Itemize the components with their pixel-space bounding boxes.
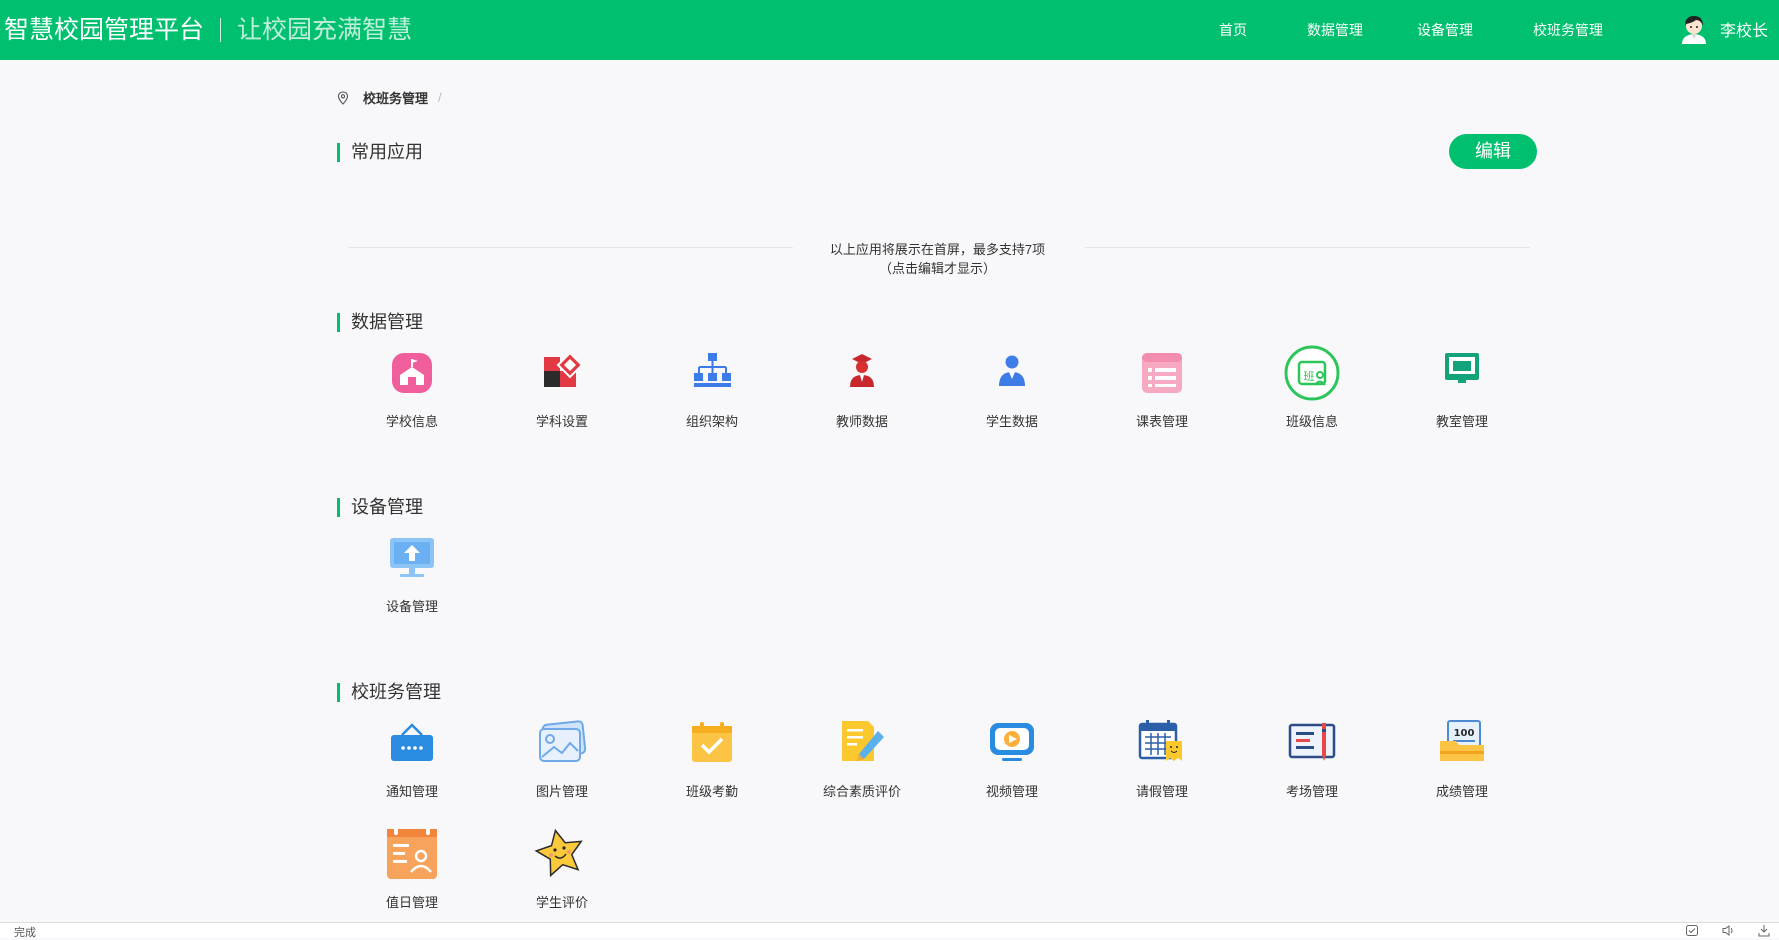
app-label: 通知管理 (385, 784, 438, 799)
app-student-evaluation[interactable]: 学生评价 (487, 826, 637, 911)
nav-device-management[interactable]: 设备管理 (1417, 20, 1473, 40)
app-label: 学科设置 (535, 414, 588, 429)
teacher-icon (850, 354, 874, 387)
nav-school-affairs[interactable]: 校班务管理 (1533, 20, 1603, 40)
app-picture-management[interactable]: 图片管理 (487, 715, 637, 800)
app-label: 班级考勤 (685, 784, 738, 799)
timetable-icon (1142, 353, 1182, 393)
hint-line-2: （点击编辑才显示） (878, 261, 996, 276)
app-label: 课表管理 (1135, 414, 1188, 429)
picture-icon (539, 720, 587, 762)
duty-roster-icon (387, 827, 437, 879)
edit-button[interactable]: 编辑 (1449, 134, 1537, 169)
app-class-attendance[interactable]: 班级考勤 (637, 715, 787, 800)
avatar (1682, 16, 1706, 44)
app-notice-management[interactable]: 通知管理 (337, 715, 487, 800)
org-tree-icon (694, 353, 731, 387)
location-pin-icon (337, 90, 349, 105)
subject-icon (544, 351, 584, 387)
nav-data-management[interactable]: 数据管理 (1307, 20, 1363, 40)
app-class-info[interactable]: 班 班级信息 (1237, 345, 1387, 430)
calendar-check-icon (692, 722, 732, 762)
app-teacher-data[interactable]: 教师数据 (787, 345, 937, 430)
section-title-data-management: 数据管理 (337, 313, 423, 332)
app-label: 班级信息 (1285, 414, 1338, 429)
app-label: 教室管理 (1435, 414, 1488, 429)
volume-icon[interactable] (1721, 924, 1735, 937)
app-duty-management[interactable]: 值日管理 (337, 826, 487, 911)
app-label: 值日管理 (385, 895, 438, 910)
user-menu[interactable]: 李校长 (1680, 14, 1768, 44)
school-icon (392, 353, 432, 393)
app-leave-management[interactable]: 请假管理 (1087, 715, 1237, 800)
app-label: 组织架构 (685, 414, 738, 429)
app-subject-settings[interactable]: 学科设置 (487, 345, 637, 430)
svg-text:班: 班 (1304, 370, 1315, 383)
browser-status-bar: 完成 (0, 922, 1779, 939)
app-label: 成绩管理 (1435, 784, 1488, 799)
app-slogan: 让校园充满智慧 (237, 16, 413, 44)
app-label: 学校信息 (385, 414, 438, 429)
app-title: 智慧校园管理平台 (4, 16, 205, 44)
app-timetable[interactable]: 课表管理 (1087, 345, 1237, 430)
star-face-icon (534, 828, 583, 878)
app-score-management[interactable]: 100 成绩管理 (1387, 715, 1537, 800)
app-student-data[interactable]: 学生数据 (937, 345, 1087, 430)
app-quality-evaluation[interactable]: 综合素质评价 (787, 715, 937, 800)
title-separator (220, 18, 222, 42)
common-apps-hint: 以上应用将展示在首屏，最多支持7项 （点击编辑才显示） (780, 240, 1095, 278)
app-label: 学生数据 (985, 414, 1038, 429)
svg-text:100: 100 (1454, 728, 1475, 739)
status-icons (1685, 924, 1771, 937)
download-icon[interactable] (1757, 924, 1771, 937)
class-badge-icon: 班 (1284, 345, 1340, 401)
app-label: 设备管理 (385, 599, 438, 614)
notice-board-icon (391, 723, 433, 761)
classroom-board-icon (1445, 353, 1479, 383)
app-label: 视频管理 (985, 784, 1038, 799)
app-classroom[interactable]: 教室管理 (1387, 345, 1537, 430)
section-title-common-apps: 常用应用 (337, 143, 423, 162)
exam-card-icon (1288, 723, 1336, 761)
app-label: 教师数据 (835, 414, 888, 429)
top-navbar: 智慧校园管理平台 让校园充满智慧 首页 数据管理 设备管理 校班务管理 李校长 (0, 0, 1779, 60)
nav-home[interactable]: 首页 (1219, 20, 1247, 40)
app-label: 综合素质评价 (822, 784, 901, 799)
brand: 智慧校园管理平台 让校园充满智慧 (4, 14, 412, 46)
app-device-management[interactable]: 设备管理 (337, 530, 487, 615)
app-exam-room[interactable]: 考场管理 (1237, 715, 1387, 800)
app-label: 学生评价 (535, 895, 588, 910)
note-pen-icon (842, 721, 884, 761)
breadcrumb-current[interactable]: 校班务管理 (363, 88, 428, 107)
video-play-icon (990, 723, 1034, 761)
calendar-leave-icon (1138, 720, 1182, 761)
monitor-upload-icon (390, 538, 434, 577)
app-org-structure[interactable]: 组织架构 (637, 345, 787, 430)
shield-check-icon[interactable] (1685, 924, 1699, 937)
divider-right (1085, 247, 1530, 248)
hint-line-1: 以上应用将展示在首屏，最多支持7项 (829, 242, 1046, 257)
section-title-device-management: 设备管理 (337, 498, 423, 517)
score-folder-icon: 100 (1440, 720, 1484, 761)
divider-left (348, 247, 793, 248)
app-video-management[interactable]: 视频管理 (937, 715, 1087, 800)
breadcrumb: 校班务管理 / (337, 88, 442, 107)
app-school-info[interactable]: 学校信息 (337, 345, 487, 430)
app-label: 图片管理 (535, 784, 588, 799)
section-title-school-affairs: 校班务管理 (337, 683, 441, 702)
app-label: 请假管理 (1135, 784, 1188, 799)
student-icon (999, 355, 1025, 386)
breadcrumb-separator: / (438, 90, 442, 105)
user-name: 李校长 (1720, 23, 1769, 40)
app-label: 考场管理 (1285, 784, 1338, 799)
